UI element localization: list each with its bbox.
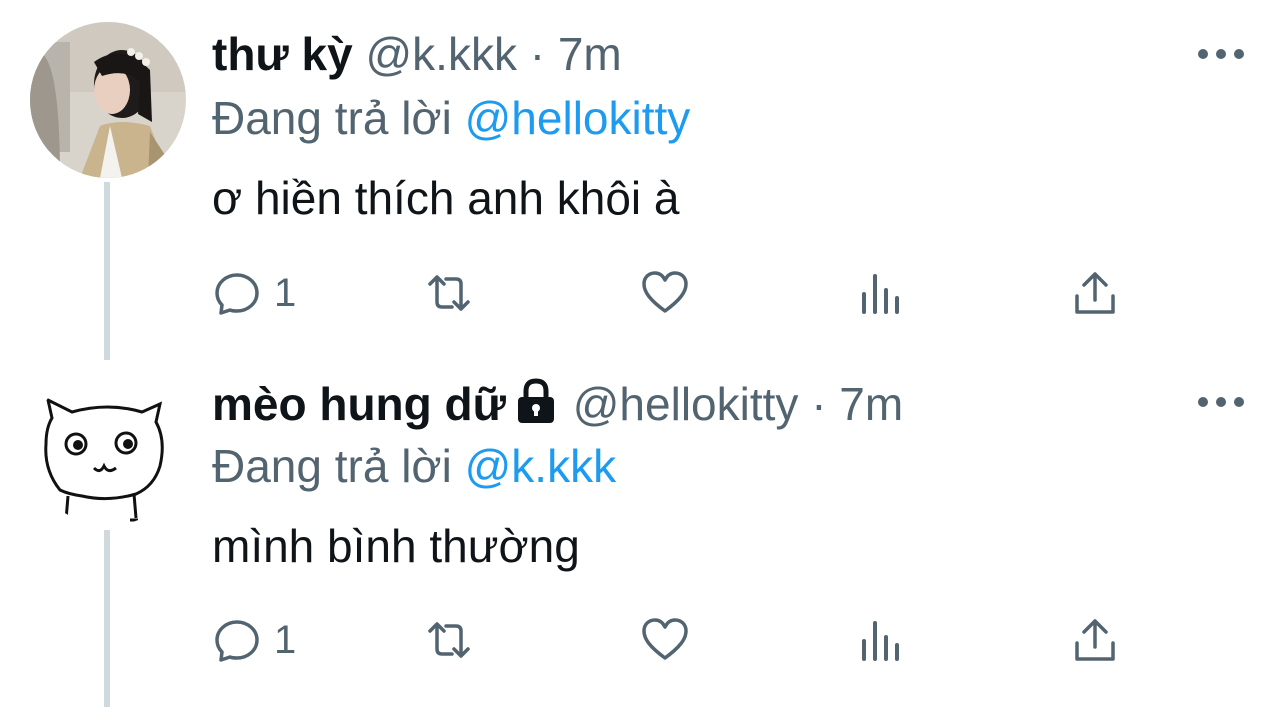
tweet[interactable]: thư kỳ @k.kkk · 7m Đang trả lời @helloki…: [0, 0, 1284, 360]
reply-count: 1: [274, 270, 297, 315]
replying-prefix: Đang trả lời: [212, 440, 452, 492]
reply-button[interactable]: 1: [212, 615, 296, 665]
mention-link[interactable]: @hellokitty: [465, 92, 691, 144]
reply-icon: [215, 273, 259, 315]
analytics-icon: [862, 274, 899, 314]
share-button[interactable]: [1070, 615, 1120, 665]
replying-to: Đang trả lời @hellokitty: [212, 90, 690, 146]
avatar[interactable]: [30, 370, 186, 526]
avatar[interactable]: [30, 22, 186, 178]
cat-doodle-avatar-icon: [30, 370, 186, 526]
share-button[interactable]: [1070, 268, 1120, 318]
separator-dot: ·: [811, 378, 827, 430]
reply-icon: [215, 620, 259, 662]
share-icon: [1075, 619, 1115, 661]
like-button[interactable]: [640, 268, 690, 318]
user-handle[interactable]: @k.kkk: [365, 28, 516, 80]
tweet-text: mình bình thường: [212, 520, 580, 572]
thread-line: [104, 182, 110, 360]
reply-button[interactable]: 1: [212, 268, 296, 318]
lock-icon: [512, 378, 560, 436]
retweet-button[interactable]: [424, 615, 474, 665]
timestamp[interactable]: 7m: [558, 28, 622, 80]
tweet[interactable]: mèo hung dữ @hellokitty · 7m Đang trả lờ…: [0, 360, 1284, 707]
photo-avatar-icon: [30, 22, 186, 178]
thread-line: [104, 530, 110, 707]
more-options-icon[interactable]: [1198, 44, 1244, 64]
more-options-icon[interactable]: [1198, 392, 1244, 412]
display-name[interactable]: mèo hung dữ: [212, 378, 506, 430]
tweet-actions: 1: [212, 615, 1132, 665]
timestamp[interactable]: 7m: [839, 378, 903, 430]
tweet-text: ơ hiền thích anh khôi à: [212, 172, 680, 224]
tweet-header: thư kỳ @k.kkk · 7m: [212, 26, 622, 82]
replying-prefix: Đang trả lời: [212, 92, 452, 144]
display-name[interactable]: thư kỳ: [212, 28, 353, 80]
heart-icon: [642, 271, 688, 313]
retweet-icon: [428, 275, 470, 311]
like-button[interactable]: [640, 615, 690, 665]
tweet-actions: 1: [212, 268, 1132, 318]
retweet-icon: [428, 622, 470, 658]
views-button[interactable]: [856, 268, 906, 318]
tweet-header: mèo hung dữ @hellokitty · 7m: [212, 376, 903, 436]
heart-icon: [642, 618, 688, 660]
separator-dot: ·: [529, 28, 546, 80]
analytics-icon: [862, 621, 899, 661]
replying-to: Đang trả lời @k.kkk: [212, 438, 616, 494]
reply-count: 1: [274, 617, 297, 662]
retweet-button[interactable]: [424, 268, 474, 318]
share-icon: [1075, 272, 1115, 314]
mention-link[interactable]: @k.kkk: [465, 440, 616, 492]
user-handle[interactable]: @hellokitty: [573, 378, 799, 430]
views-button[interactable]: [856, 615, 906, 665]
